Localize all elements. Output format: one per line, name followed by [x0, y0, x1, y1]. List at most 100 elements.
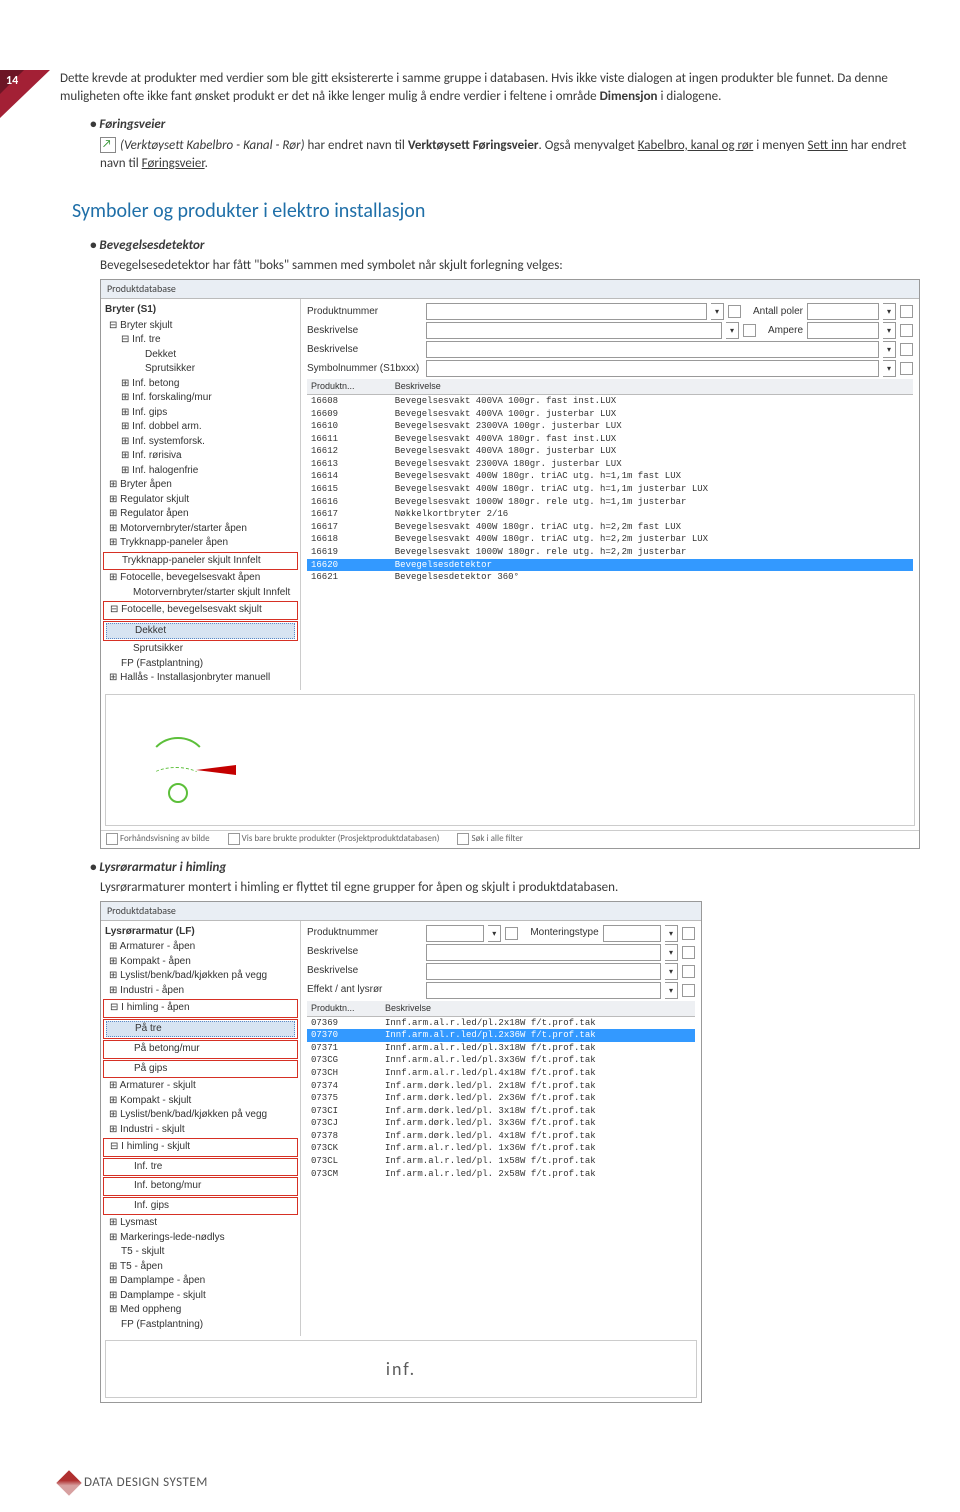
tree-node[interactable]: ⊞ Hallås - Installasjonbryter manuell — [105, 671, 296, 686]
filter-checkbox[interactable] — [900, 305, 913, 318]
tree-node[interactable]: Dekket — [106, 623, 295, 640]
table-row[interactable]: 16615Bevegelsesvakt 400W 180gr. triAC ut… — [307, 483, 913, 496]
tree-node[interactable]: ⊞ Inf. rørisiva — [105, 449, 296, 464]
filter-checkbox[interactable] — [682, 946, 695, 959]
tree-node[interactable]: ⊞ Armaturer - åpen — [105, 940, 296, 955]
tree-node[interactable]: ⊞ Bryter åpen — [105, 478, 296, 493]
dropdown-icon[interactable]: ▾ — [883, 341, 896, 358]
tree-node[interactable]: FP (Fastplantning) — [105, 657, 296, 672]
table-row[interactable]: 16611Bevegelsesvakt 400VA 180gr. fast in… — [307, 433, 913, 446]
checkbox-search-all[interactable] — [457, 833, 469, 845]
table-row[interactable]: 073CKInf.arm.al.r.led/pl. 1x36W f/t.prof… — [307, 1142, 695, 1155]
tree-node[interactable]: Trykknapp-paneler skjult Innfelt — [106, 554, 295, 569]
table-row[interactable]: 073CLInf.arm.al.r.led/pl. 1x58W f/t.prof… — [307, 1155, 695, 1168]
tree-node[interactable]: ⊞ Med oppheng — [105, 1303, 296, 1318]
tree-node[interactable]: ⊞ Damplampe - skjult — [105, 1289, 296, 1304]
tree-node[interactable]: På gips — [106, 1062, 295, 1077]
tree-node[interactable]: ⊟ I himling - skjult — [106, 1140, 295, 1155]
tree-node[interactable]: ⊞ Industri - åpen — [105, 984, 296, 999]
tree-node[interactable]: ⊞ Lyslist/benk/bad/kjøkken på vegg — [105, 1108, 296, 1123]
tree-node[interactable]: ⊞ Industri - skjult — [105, 1123, 296, 1138]
filter-checkbox[interactable] — [743, 324, 756, 337]
table-row[interactable]: 073CIInf.arm.dørk.led/pl. 3x18W f/t.prof… — [307, 1105, 695, 1118]
dropdown-icon[interactable]: ▾ — [665, 982, 678, 999]
table-row[interactable]: 16619Bevegelsesvakt 1000W 180gr. rele ut… — [307, 546, 913, 559]
tree-node[interactable]: ⊞ Inf. betong — [105, 377, 296, 392]
tree-node[interactable]: Inf. betong/mur — [106, 1179, 295, 1194]
tree-node[interactable]: ⊞ Armaturer - skjult — [105, 1079, 296, 1094]
dropdown-icon[interactable]: ▾ — [665, 963, 678, 980]
checkbox-used-only[interactable] — [228, 833, 240, 845]
filter-checkbox[interactable] — [682, 984, 695, 997]
table-row[interactable]: 16617Bevegelsesvakt 400W 180gr. triAC ut… — [307, 521, 913, 534]
dropdown-icon[interactable]: ▾ — [883, 322, 896, 339]
table-row[interactable]: 07370Innf.arm.al.r.led/pl.2x36W f/t.prof… — [307, 1029, 695, 1042]
table-row[interactable]: 16610Bevegelsesvakt 2300VA 100gr. juster… — [307, 420, 913, 433]
table-row[interactable]: 16609Bevegelsesvakt 400VA 100gr. justerb… — [307, 408, 913, 421]
tree-node[interactable]: ⊟ Bryter skjult — [105, 319, 296, 334]
tree-node[interactable]: ⊞ Regulator åpen — [105, 507, 296, 522]
table-row[interactable]: 16613Bevegelsesvakt 2300VA 180gr. juster… — [307, 458, 913, 471]
filter-input[interactable] — [426, 341, 879, 358]
table-row[interactable]: 16620Bevegelsesdetektor — [307, 559, 913, 572]
tree-node[interactable]: Sprutsikker — [105, 642, 296, 657]
filter-input[interactable] — [426, 963, 661, 980]
table-row[interactable]: 16608Bevegelsesvakt 400VA 100gr. fast in… — [307, 394, 913, 407]
category-tree[interactable]: Lysrørarmatur (LF) ⊞ Armaturer - åpen⊞ K… — [101, 921, 301, 1337]
checkbox-preview[interactable] — [106, 833, 118, 845]
tree-node[interactable]: T5 - skjult — [105, 1245, 296, 1260]
tree-node[interactable]: FP (Fastplantning) — [105, 1318, 296, 1333]
tree-node[interactable]: ⊞ Inf. dobbel arm. — [105, 420, 296, 435]
tree-node[interactable]: ⊞ Kompakt - skjult — [105, 1094, 296, 1109]
table-row[interactable]: 16612Bevegelsesvakt 400VA 180gr. justerb… — [307, 445, 913, 458]
tree-node[interactable]: ⊞ Lysmast — [105, 1216, 296, 1231]
table-row[interactable]: 073CMInf.arm.al.r.led/pl. 2x58W f/t.prof… — [307, 1168, 695, 1181]
dropdown-icon[interactable]: ▾ — [488, 925, 501, 942]
tree-node[interactable]: ⊟ Inf. tre — [105, 333, 296, 348]
tree-node[interactable]: ⊟ Fotocelle, bevegelsesvakt skjult — [106, 603, 295, 618]
dropdown-icon[interactable]: ▾ — [665, 944, 678, 961]
dropdown-icon[interactable]: ▾ — [883, 303, 896, 320]
table-row[interactable]: 07369Innf.arm.al.r.led/pl.2x18W f/t.prof… — [307, 1016, 695, 1029]
tree-node[interactable]: Sprutsikker — [105, 362, 296, 377]
filter-input[interactable] — [426, 982, 661, 999]
tree-node[interactable]: ⊞ T5 - åpen — [105, 1260, 296, 1275]
dropdown-icon[interactable]: ▾ — [665, 925, 678, 942]
tree-node[interactable]: På betong/mur — [106, 1042, 295, 1057]
filter-checkbox[interactable] — [505, 927, 518, 940]
tree-node[interactable]: På tre — [106, 1021, 295, 1038]
tree-node[interactable]: ⊞ Kompakt - åpen — [105, 955, 296, 970]
dropdown-icon[interactable]: ▾ — [883, 360, 896, 377]
filter-input[interactable] — [426, 322, 722, 339]
tree-node[interactable]: ⊞ Motorvernbryter/starter åpen — [105, 522, 296, 537]
tree-node[interactable]: ⊞ Inf. systemforsk. — [105, 435, 296, 450]
table-row[interactable]: 16616Bevegelsesvakt 1000W 180gr. rele ut… — [307, 496, 913, 509]
tree-node[interactable]: ⊞ Lyslist/benk/bad/kjøkken på vegg — [105, 969, 296, 984]
filter-input[interactable] — [603, 925, 661, 942]
table-row[interactable]: 073CJInf.arm.dørk.led/pl. 3x36W f/t.prof… — [307, 1117, 695, 1130]
table-row[interactable]: 16614Bevegelsesvakt 400W 180gr. triAC ut… — [307, 470, 913, 483]
filter-checkbox[interactable] — [682, 927, 695, 940]
filter-input[interactable] — [426, 944, 661, 961]
filter-input[interactable] — [426, 360, 879, 377]
filter-input[interactable] — [807, 322, 879, 339]
table-row[interactable]: 16621Bevegelsesdetektor 360° — [307, 571, 913, 584]
table-row[interactable]: 16618Bevegelsesvakt 400W 180gr. triAC ut… — [307, 533, 913, 546]
filter-checkbox[interactable] — [900, 324, 913, 337]
filter-checkbox[interactable] — [900, 343, 913, 356]
tree-node[interactable]: ⊞ Markerings-lede-nødlys — [105, 1231, 296, 1246]
table-row[interactable]: 07375Inf.arm.dørk.led/pl. 2x36W f/t.prof… — [307, 1092, 695, 1105]
filter-checkbox[interactable] — [900, 362, 913, 375]
tree-node[interactable]: ⊞ Fotocelle, bevegelsesvakt åpen — [105, 571, 296, 586]
tree-node[interactable]: ⊞ Damplampe - åpen — [105, 1274, 296, 1289]
tree-node[interactable]: Inf. gips — [106, 1199, 295, 1214]
tree-node[interactable]: ⊞ Trykknapp-paneler åpen — [105, 536, 296, 551]
tree-node[interactable]: ⊞ Inf. halogenfrie — [105, 464, 296, 479]
table-row[interactable]: 16617Nøkkelkortbryter 2/16 — [307, 508, 913, 521]
filter-input[interactable] — [426, 303, 707, 320]
filter-checkbox[interactable] — [728, 305, 741, 318]
table-row[interactable]: 07371Innf.arm.al.r.led/pl.3x18W f/t.prof… — [307, 1042, 695, 1055]
tree-node[interactable]: ⊞ Inf. forskaling/mur — [105, 391, 296, 406]
category-tree[interactable]: Bryter (S1) ⊟ Bryter skjult⊟ Inf. tre De… — [101, 299, 301, 690]
tree-node[interactable]: Dekket — [105, 348, 296, 363]
